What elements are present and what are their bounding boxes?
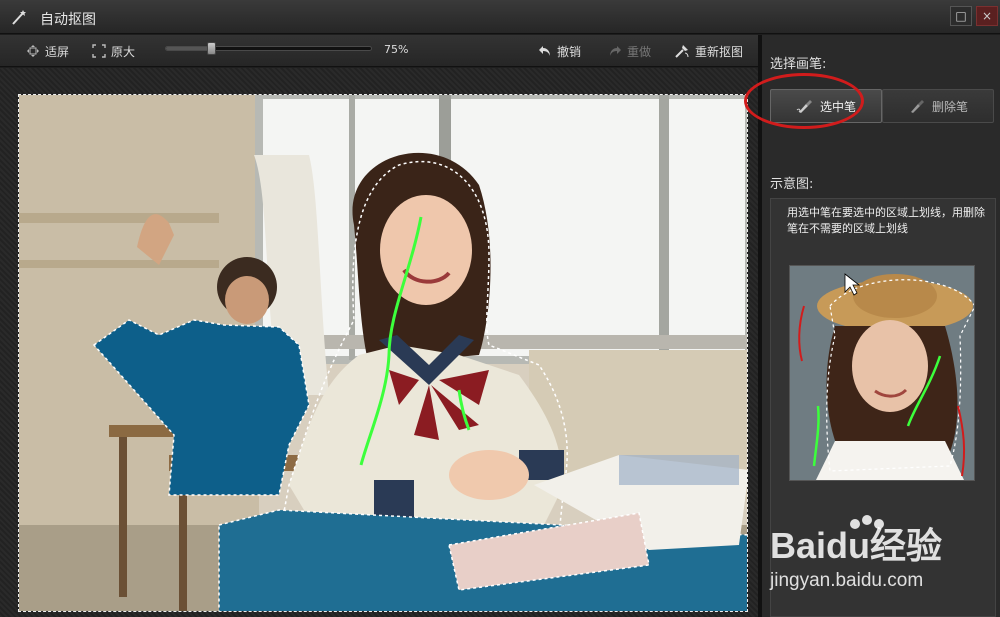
watermark-url: jingyan.baidu.com bbox=[770, 570, 924, 591]
fit-screen-button[interactable]: 适屏 bbox=[26, 35, 69, 67]
undo-label: 撤销 bbox=[557, 44, 582, 59]
zoom-slider-fill bbox=[166, 47, 212, 50]
zoom-percent: 75% bbox=[384, 43, 409, 56]
rematte-button[interactable]: 重新抠图 bbox=[674, 35, 743, 67]
zoom-slider[interactable] bbox=[165, 42, 372, 55]
window-title: 自动抠图 bbox=[40, 12, 96, 28]
hint-text: 用选中笔在要选中的区域上划线，用删除笔在不需要的区域上划线 bbox=[787, 206, 985, 235]
magic-wand-icon bbox=[12, 10, 26, 25]
erase-pen-label: 删除笔 bbox=[931, 99, 968, 114]
undo-icon bbox=[539, 46, 550, 56]
original-size-label: 原大 bbox=[111, 44, 136, 59]
maximize-button[interactable]: □ bbox=[950, 6, 972, 26]
canvas-area[interactable] bbox=[0, 68, 758, 617]
example-heading: 示意图: bbox=[770, 177, 814, 192]
rematte-icon bbox=[675, 45, 689, 58]
original-size-icon bbox=[92, 44, 106, 58]
example-image bbox=[789, 265, 975, 481]
zoom-slider-thumb[interactable] bbox=[207, 42, 217, 55]
undo-button[interactable]: 撤销 bbox=[538, 35, 581, 67]
redo-icon bbox=[610, 46, 621, 56]
example-portrait bbox=[790, 266, 974, 480]
rematte-label: 重新抠图 bbox=[695, 44, 744, 59]
highlight-circle bbox=[744, 73, 864, 129]
watermark-brand: Baidu经验 bbox=[770, 525, 942, 566]
select-pen-heading: 选择画笔: bbox=[770, 57, 827, 72]
erase-pen-button[interactable]: 删除笔 bbox=[882, 89, 994, 123]
close-button[interactable]: × bbox=[976, 6, 998, 26]
redo-label: 重做 bbox=[627, 44, 652, 59]
baidu-paw-logo: Baidu经验 bbox=[770, 515, 942, 566]
title-bar: 自动抠图 □ × bbox=[0, 0, 1000, 34]
redo-button[interactable]: 重做 bbox=[608, 35, 651, 67]
fit-screen-label: 适屏 bbox=[45, 44, 70, 59]
photo-canvas[interactable] bbox=[18, 94, 748, 612]
brush-icon bbox=[910, 100, 924, 113]
toolbar: 适屏 原大 撤销 重做 重新抠图 bbox=[0, 35, 758, 67]
fit-screen-icon bbox=[27, 45, 39, 57]
original-size-button[interactable]: 原大 bbox=[92, 35, 135, 67]
classroom-photo[interactable] bbox=[19, 95, 748, 612]
